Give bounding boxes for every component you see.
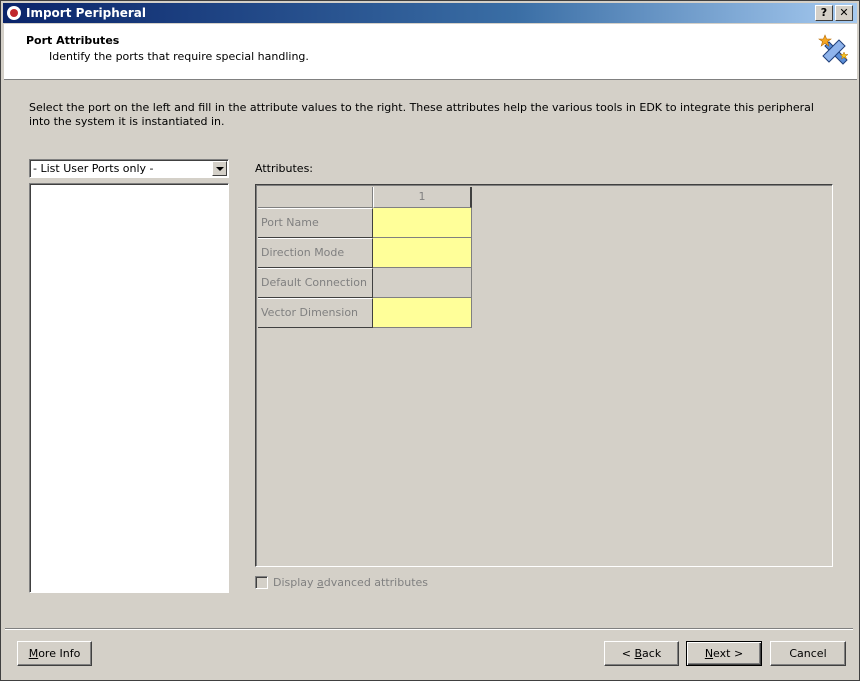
grid-column-header: 1 [373,187,472,208]
back-button[interactable]: < Back [604,641,679,666]
page-title: Port Attributes [26,34,120,47]
attributes-label: Attributes: [255,162,314,175]
row-header-vector-dimension: Vector Dimension [258,298,373,328]
direction-mode-cell[interactable] [373,238,472,268]
instructions-text: Select the port on the left and fill in … [29,101,814,128]
wizard-icon [818,34,849,65]
next-button[interactable]: Next > [686,641,762,666]
grid-corner [258,187,373,208]
advanced-attributes-option[interactable]: Display advanced attributes [255,576,428,589]
vector-dimension-cell[interactable] [373,298,472,328]
port-filter-value: - List User Ports only - [33,162,154,175]
attributes-grid: 1 Port Name Direction Mode Default Conne… [255,184,833,567]
port-filter-dropdown[interactable]: - List User Ports only - [29,159,229,178]
close-button[interactable]: ✕ [835,5,853,21]
footer-divider [5,628,853,630]
port-name-cell[interactable] [373,208,472,238]
row-header-direction-mode: Direction Mode [258,238,373,268]
row-header-default-connection: Default Connection [258,268,373,298]
app-icon [7,6,21,20]
row-header-port-name: Port Name [258,208,373,238]
page-subtitle: Identify the ports that require special … [49,50,309,63]
advanced-attributes-label: Display advanced attributes [273,576,429,589]
cancel-button[interactable]: Cancel [770,641,846,666]
default-connection-cell [373,268,472,298]
title-bar-buttons: ? ✕ [815,5,853,21]
port-list[interactable] [29,183,229,593]
advanced-attributes-checkbox[interactable] [255,576,268,589]
chevron-down-icon[interactable] [212,161,227,176]
window-title: Import Peripheral [26,6,146,20]
import-peripheral-window: Import Peripheral ? ✕ Port Attributes Id… [0,0,860,681]
title-bar[interactable]: Import Peripheral ? ✕ [3,3,857,23]
more-info-button[interactable]: More Info [17,641,92,666]
help-button[interactable]: ? [815,5,833,21]
wizard-header: Port Attributes Identify the ports that … [4,24,857,80]
